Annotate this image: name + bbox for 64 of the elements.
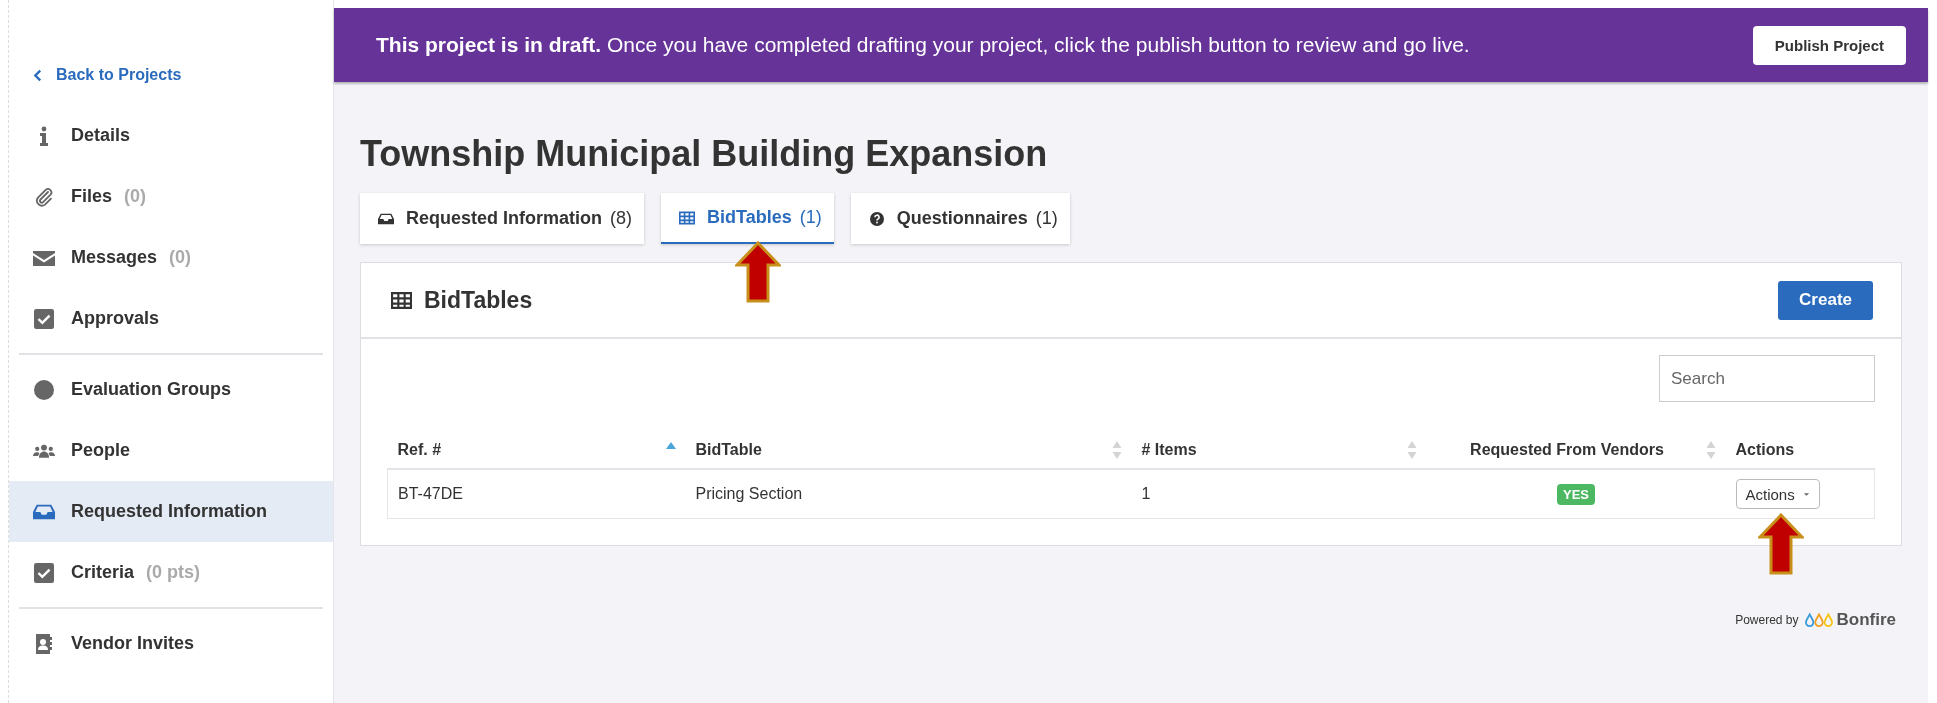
caret-icon bbox=[1802, 491, 1810, 497]
item-label: Evaluation Groups bbox=[71, 379, 232, 400]
sidebar-item[interactable]: Messages (0) bbox=[9, 227, 333, 288]
powered-by-text: Powered by bbox=[1735, 613, 1799, 627]
banner-message: This project is in draft. Once you have completed drafting your project, click the publish button to review and go live. bbox=[376, 33, 1470, 57]
item-label: Criteria bbox=[71, 562, 135, 583]
sidebar-item[interactable]: Criteria (0 pts) bbox=[9, 542, 333, 603]
column-header[interactable]: Requested From Vendors bbox=[1436, 441, 1698, 459]
contact-card-icon bbox=[33, 633, 55, 654]
column-header[interactable]: BidTable bbox=[695, 441, 762, 459]
item-count: (0 pts) bbox=[146, 562, 201, 583]
column-header[interactable]: # Items bbox=[1141, 441, 1197, 459]
help-icon bbox=[868, 211, 885, 226]
table-cell: Pricing Section bbox=[685, 469, 1132, 519]
flames-logo-icon bbox=[1804, 613, 1833, 627]
item-label: People bbox=[71, 440, 131, 461]
item-count: (0) bbox=[124, 186, 147, 207]
column-header[interactable]: Actions bbox=[1735, 441, 1795, 459]
tab-label: BidTables bbox=[707, 207, 792, 228]
item-label: Approvals bbox=[71, 308, 160, 329]
tab[interactable]: BidTables (1) bbox=[661, 193, 834, 244]
actions-dropdown[interactable]: Actions bbox=[1735, 479, 1820, 509]
item-label: Vendor Invites bbox=[71, 633, 195, 654]
table-cell: BT-47DE bbox=[387, 469, 686, 519]
sidebar-item[interactable]: People bbox=[9, 420, 333, 481]
column-header[interactable]: Ref. # bbox=[397, 441, 442, 459]
table-icon bbox=[391, 291, 412, 309]
item-label: Files bbox=[71, 186, 113, 207]
sidebar-item[interactable]: Approvals bbox=[9, 288, 333, 349]
tab-count: (8) bbox=[610, 208, 632, 229]
sidebar-item[interactable]: Files (0) bbox=[9, 166, 333, 227]
tab[interactable]: Requested Information (8) bbox=[360, 193, 644, 244]
create-button[interactable]: Create bbox=[1778, 280, 1873, 320]
status-badge: YES bbox=[1557, 483, 1595, 505]
sidebar-item[interactable]: Vendor Invites bbox=[9, 613, 333, 674]
tab-count: (1) bbox=[1035, 208, 1058, 229]
item-label: Messages bbox=[71, 247, 158, 268]
item-label: Details bbox=[71, 125, 131, 146]
item-count: (0) bbox=[169, 247, 192, 268]
sidebar-item[interactable]: Details bbox=[9, 105, 333, 166]
table-cell: 1 bbox=[1131, 469, 1427, 519]
item-label: Requested Information bbox=[71, 501, 267, 522]
sort-icon[interactable] bbox=[1111, 440, 1122, 460]
sidebar-item[interactable]: Requested Information bbox=[9, 481, 333, 542]
checkbox-icon bbox=[33, 562, 55, 583]
chevron-left-icon bbox=[33, 68, 42, 82]
brand-name: Bonfire bbox=[1836, 610, 1896, 630]
inbox-icon bbox=[378, 211, 394, 226]
tab-label: Requested Information bbox=[406, 208, 602, 229]
tab-label: Questionnaires bbox=[896, 208, 1028, 229]
circle-icon bbox=[33, 379, 55, 400]
sort-icon[interactable] bbox=[1406, 440, 1417, 460]
tab-count: (1) bbox=[799, 207, 822, 228]
checkbox-icon bbox=[33, 308, 55, 329]
sort-icon[interactable] bbox=[1705, 440, 1716, 460]
sidebar-item[interactable]: Evaluation Groups bbox=[9, 359, 333, 420]
publish-button[interactable]: Publish Project bbox=[1752, 25, 1906, 65]
search-field[interactable]: Search bbox=[1659, 355, 1875, 402]
back-link[interactable]: Back to Projects bbox=[9, 55, 333, 95]
page-title: Township Municipal Building Expansion bbox=[360, 133, 1049, 175]
table-icon bbox=[679, 210, 695, 225]
panel-title: BidTables bbox=[424, 286, 534, 314]
tab[interactable]: Questionnaires (1) bbox=[850, 193, 1070, 244]
paperclip-icon bbox=[33, 186, 55, 207]
